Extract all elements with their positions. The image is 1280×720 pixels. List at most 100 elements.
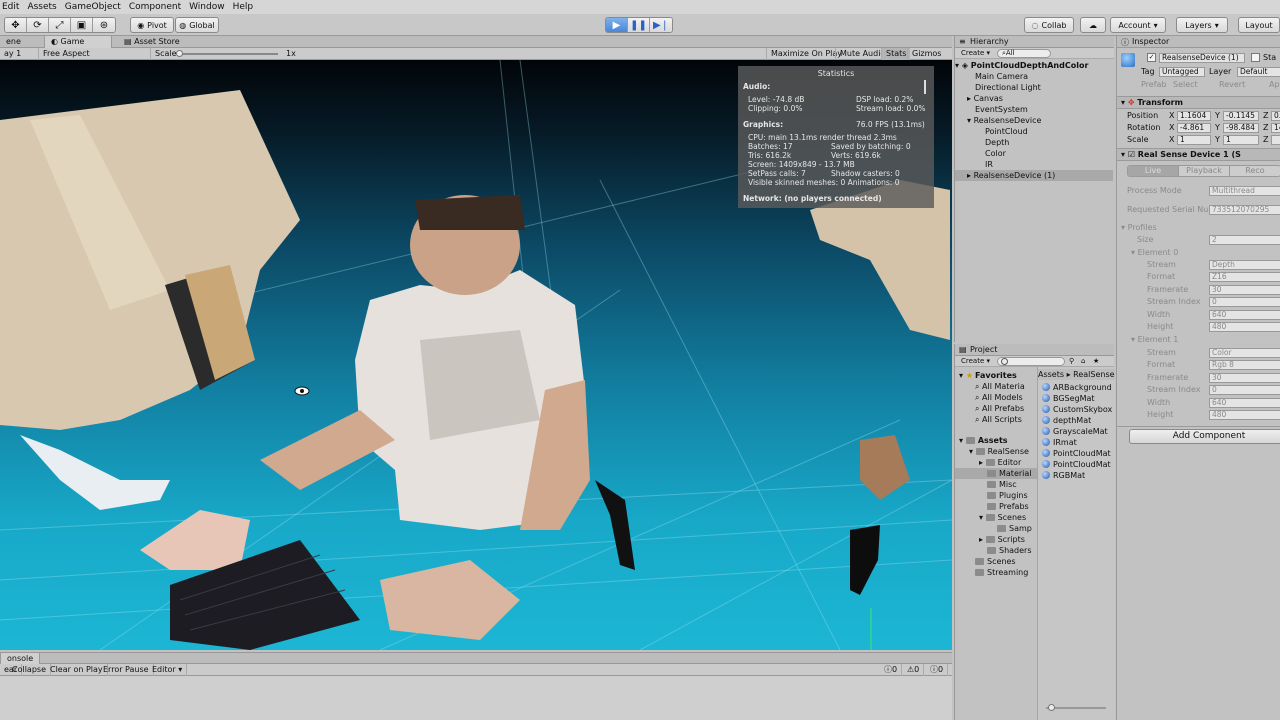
project-search-input[interactable] [997,357,1065,366]
active-checkbox[interactable]: ✓ [1147,53,1156,62]
e0-stream-index-field[interactable]: 0 [1209,297,1280,307]
tree-item-depth[interactable]: Depth [985,137,1009,148]
element1-foldout[interactable]: ▾ Element 1 [1131,334,1178,345]
tree-item-scene[interactable]: ▾ ◈ PointCloudDepthAndColor [955,60,1113,71]
console-log-count[interactable]: ⓘ0 [880,664,903,676]
e1-framerate-field[interactable]: 30 [1209,373,1280,383]
step-button[interactable]: ▶❘ [650,18,672,32]
filter-label-icon[interactable]: ⌂ [1081,357,1085,365]
folder-scripts[interactable]: ▸ Scripts [979,534,1025,545]
menu-component[interactable]: Component [127,0,187,14]
process-mode-dropdown[interactable]: Multithread [1209,186,1280,196]
gizmos-dropdown[interactable]: Gizmos [907,48,945,60]
e0-height-field[interactable]: 480 [1209,322,1280,332]
rotation-z-field[interactable]: 14 [1271,123,1280,133]
pause-button[interactable]: ❚❚ [628,18,650,32]
folder-streaming[interactable]: Streaming [975,567,1028,578]
e1-format-dropdown[interactable]: Rgb 8 [1209,360,1280,370]
console-collapse-toggle[interactable]: Collapse [8,664,51,676]
e0-width-field[interactable]: 640 [1209,310,1280,320]
layout-dropdown[interactable]: Layout [1238,17,1280,33]
project-create-button[interactable]: Create ▾ [961,357,990,365]
asset-item[interactable]: ARBackground [1042,382,1112,393]
scale-y-field[interactable]: 1 [1223,135,1259,145]
assets-header[interactable]: ▾ Assets [959,435,1008,446]
e1-height-field[interactable]: 480 [1209,410,1280,420]
tree-item-directional-light[interactable]: Directional Light [975,82,1041,93]
realsense-device-component-header[interactable]: ▾ ☑ Real Sense Device 1 (S [1117,148,1280,161]
tree-item-canvas[interactable]: ▸ Canvas [967,93,1003,104]
rotation-y-field[interactable]: -98.484 [1223,123,1259,133]
console-log-area[interactable] [0,676,952,720]
prefab-apply-button[interactable]: App [1269,79,1280,90]
tree-item-color[interactable]: Color [985,148,1006,159]
cloud-button[interactable]: ☁ [1080,17,1106,33]
move-tool-icon[interactable]: ✥ [5,18,27,32]
serial-field[interactable]: 733512070295 [1209,205,1280,215]
tab-game[interactable]: ◐ Game [44,36,112,48]
breadcrumb-realsense[interactable]: RealSense [1073,370,1114,379]
size-field[interactable]: 2 [1209,235,1280,245]
console-error-pause-toggle[interactable]: Error Pause [99,664,154,676]
prefab-revert-button[interactable]: Revert [1219,79,1245,90]
position-x-field[interactable]: 1.1604 [1177,111,1211,121]
folder-misc[interactable]: Misc [987,479,1017,490]
folder-plugins[interactable]: Plugins [987,490,1028,501]
layer-dropdown[interactable]: Default [1237,67,1280,77]
static-checkbox[interactable] [1251,53,1260,62]
hierarchy-create-button[interactable]: Create ▾ [961,49,990,57]
tab-live[interactable]: Live [1128,166,1178,176]
transform-tool-icon[interactable]: ⊛ [93,18,115,32]
scale-x-field[interactable]: 1 [1177,135,1211,145]
menu-window[interactable]: Window [187,0,231,14]
console-warning-count[interactable]: ⚠0 [903,664,925,676]
e1-stream-index-field[interactable]: 0 [1209,385,1280,395]
console-error-count[interactable]: ⓘ0 [926,664,949,676]
stats-toggle[interactable]: Stats [881,48,911,60]
asset-item[interactable]: depthMat [1042,415,1091,426]
component-checkbox-icon[interactable]: ☑ [1128,150,1135,159]
folder-scenes[interactable]: ▾ Scenes [979,512,1026,523]
scale-slider[interactable] [176,50,278,57]
profiles-foldout[interactable]: ▾ Profiles [1121,222,1157,233]
folder-realsense[interactable]: ▾ RealSense [969,446,1029,457]
asset-item[interactable]: RGBMat [1042,470,1085,481]
icon-size-slider[interactable] [1046,704,1106,711]
play-button[interactable]: ▶ [606,18,628,32]
rect-tool-icon[interactable]: ▣ [71,18,93,32]
aspect-dropdown[interactable]: Free Aspect [38,48,94,60]
scale-tool-icon[interactable]: ⤢ [49,18,71,32]
object-name-field[interactable]: RealsenseDevice (1) [1159,53,1245,63]
folder-material[interactable]: Material [955,468,1037,479]
tag-dropdown[interactable]: Untagged [1159,67,1205,77]
tab-scene[interactable]: ene [0,36,27,48]
tree-item-realsensedevice[interactable]: ▾ RealsenseDevice [967,115,1041,126]
favorites-header[interactable]: ▾ ★ Favorites [959,370,1017,381]
tab-asset-store[interactable]: ▤ Asset Store [118,36,186,48]
asset-item[interactable]: PointCloudMat [1042,459,1111,470]
menu-edit[interactable]: Edit [0,0,25,14]
scale-z-field[interactable] [1271,135,1280,145]
fav-all-models[interactable]: ⌕ All Models [975,392,1023,403]
tree-item-realsensedevice-1[interactable]: ▸ RealsenseDevice (1) [955,170,1113,181]
position-z-field[interactable]: 0.7 [1271,111,1280,121]
fav-all-prefabs[interactable]: ⌕ All Prefabs [975,403,1024,414]
e1-width-field[interactable]: 640 [1209,398,1280,408]
global-toggle[interactable]: ◍ Global [175,17,219,33]
scale-slider-thumb[interactable] [176,50,183,57]
asset-item[interactable]: GrayscaleMat [1042,426,1108,437]
display-dropdown[interactable]: ay 1 [0,48,25,60]
tree-item-main-camera[interactable]: Main Camera [975,71,1028,82]
fav-all-scripts[interactable]: ⌕ All Scripts [975,414,1022,425]
account-dropdown[interactable]: Account ▾ [1110,17,1166,33]
tab-playback[interactable]: Playback [1178,166,1229,176]
e1-stream-dropdown[interactable]: Color [1209,348,1280,358]
folder-scenes-root[interactable]: Scenes [975,556,1016,567]
e0-framerate-field[interactable]: 30 [1209,285,1280,295]
hierarchy-search-input[interactable]: ⌕All [997,49,1051,58]
fav-all-materials[interactable]: ⌕ All Materia [975,381,1025,392]
folder-prefabs[interactable]: Prefabs [987,501,1029,512]
icon-size-slider-thumb[interactable] [1048,704,1055,711]
asset-item[interactable]: CustomSkybox [1042,404,1112,415]
asset-item[interactable]: IRmat [1042,437,1077,448]
